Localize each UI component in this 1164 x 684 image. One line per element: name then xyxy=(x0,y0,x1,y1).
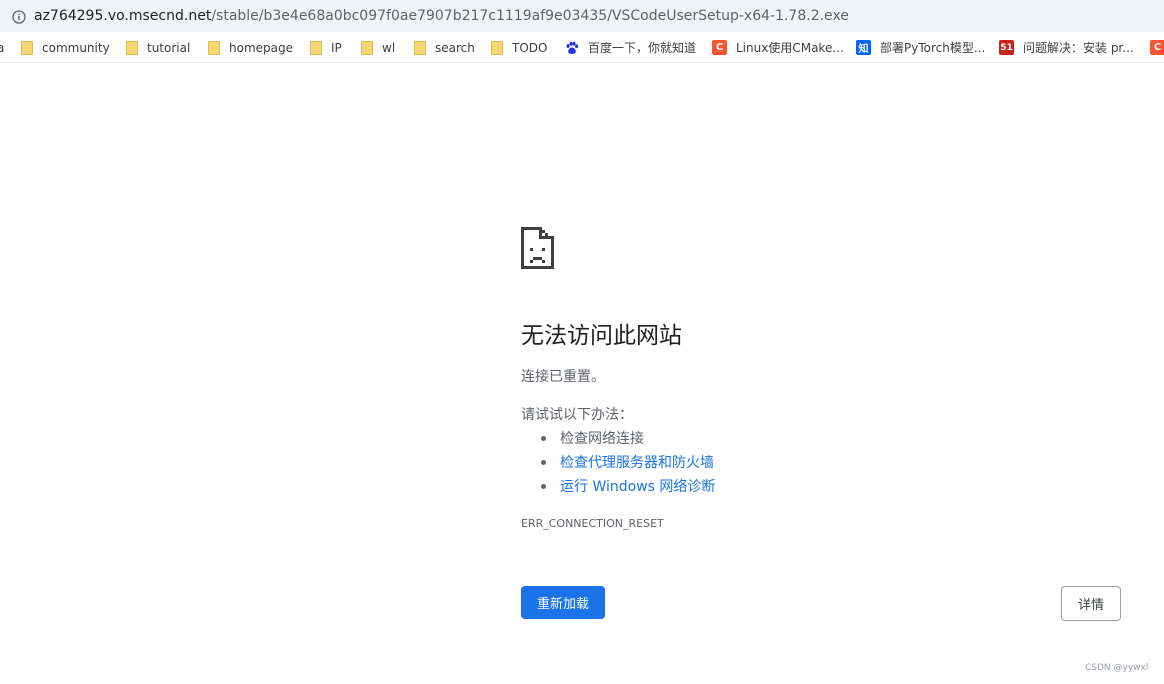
csdn-icon: C xyxy=(1150,40,1164,55)
baidu-icon xyxy=(565,41,579,55)
bookmark-label: search xyxy=(435,40,475,55)
url-host: az764295.vo.msecnd.net xyxy=(34,8,212,24)
bookmark-label: 问题解决：安装 pr... xyxy=(1023,41,1134,55)
info-icon[interactable] xyxy=(12,9,26,24)
bookmark-folder-search[interactable]: search xyxy=(414,33,475,62)
bookmark-label: 部署PyTorch模型... xyxy=(880,41,986,55)
bookmark-folder-wl[interactable]: wl xyxy=(361,33,395,62)
folder-icon xyxy=(310,40,322,55)
page-title: 无法访问此网站 xyxy=(521,323,682,349)
bookmark-label: wl xyxy=(382,40,396,55)
url-path: /stable/b3e4e68a0bc097f0ae7907b217c1119a… xyxy=(211,8,849,24)
bookmark-pytorch[interactable]: 知 部署PyTorch模型... xyxy=(856,33,985,62)
folder-icon xyxy=(208,40,220,55)
bookmark-folder-ip[interactable]: IP xyxy=(310,33,342,62)
suggestion-text: 检查网络连接 xyxy=(560,431,644,447)
bookmark-label: homepage xyxy=(229,40,293,55)
bookmark-linux-cmake[interactable]: C Linux使用CMake... xyxy=(712,33,844,62)
sad-page-icon xyxy=(521,227,554,269)
bookmark-folder-tutorial[interactable]: tutorial xyxy=(126,33,190,62)
url-text[interactable]: az764295.vo.msecnd.net/stable/b3e4e68a0b… xyxy=(34,8,849,24)
zhihu-icon: 知 xyxy=(856,40,871,55)
bookmark-csdn[interactable]: C xyxy=(1150,33,1164,62)
bookmark-51cto[interactable]: 51 问题解决：安装 pr... xyxy=(999,33,1134,62)
bookmark-item[interactable]: a xyxy=(0,33,4,62)
bookmarks-bar: a community tutorial homepage IP wl sear… xyxy=(0,33,1164,63)
bookmark-label: IP xyxy=(331,40,342,55)
csdn-icon: C xyxy=(712,40,727,55)
bullet-icon xyxy=(541,435,546,441)
bullet-icon xyxy=(541,459,546,465)
details-button[interactable]: 详情 xyxy=(1061,586,1121,621)
folder-icon xyxy=(126,40,138,55)
try-label: 请试试以下办法： xyxy=(521,407,633,423)
suggestion-check-network: 检查网络连接 xyxy=(541,428,644,448)
suggestion-network-diagnostics: 运行 Windows 网络诊断 xyxy=(541,476,715,496)
bookmark-label: tutorial xyxy=(147,40,191,55)
bookmark-label: TODO xyxy=(512,40,548,55)
bookmark-baidu[interactable]: 百度一下，你就知道 xyxy=(565,33,696,62)
bookmark-label: community xyxy=(42,40,110,55)
error-subtitle: 连接已重置。 xyxy=(521,369,605,385)
suggestion-check-proxy: 检查代理服务器和防火墙 xyxy=(541,452,714,472)
folder-icon xyxy=(21,40,33,55)
bookmark-folder-todo[interactable]: TODO xyxy=(491,33,547,62)
bookmark-label: Linux使用CMake... xyxy=(736,41,844,55)
reload-button[interactable]: 重新加载 xyxy=(521,586,605,619)
folder-icon xyxy=(361,40,373,55)
folder-icon xyxy=(491,40,503,55)
bullet-icon xyxy=(541,483,546,489)
error-code: ERR_CONNECTION_RESET xyxy=(521,517,664,530)
folder-icon xyxy=(414,40,426,55)
51cto-icon: 51 xyxy=(999,40,1014,55)
bookmark-folder-homepage[interactable]: homepage xyxy=(208,33,293,62)
network-diagnostics-link[interactable]: 运行 Windows 网络诊断 xyxy=(560,476,715,496)
watermark: CSDN @yywxl xyxy=(1085,663,1149,673)
bookmark-label: a xyxy=(0,41,4,55)
bookmark-label: 百度一下，你就知道 xyxy=(588,41,697,55)
address-bar[interactable]: az764295.vo.msecnd.net/stable/b3e4e68a0b… xyxy=(0,0,1164,32)
check-proxy-link[interactable]: 检查代理服务器和防火墙 xyxy=(560,452,714,472)
bookmark-folder-community[interactable]: community xyxy=(21,33,110,62)
